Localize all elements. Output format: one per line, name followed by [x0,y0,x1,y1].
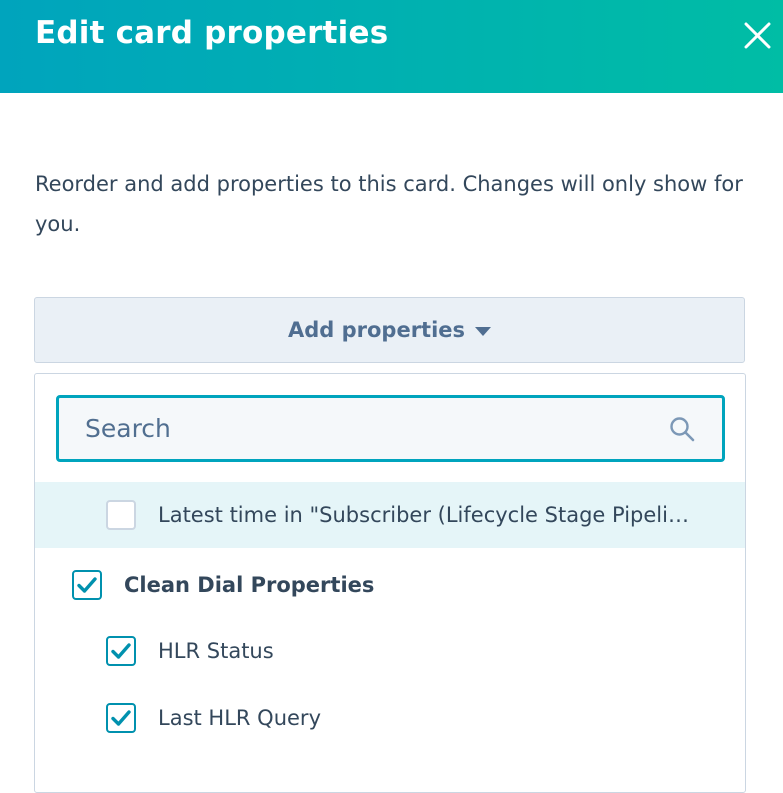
modal-description: Reorder and add properties to this card.… [35,172,743,236]
properties-dropdown: Latest time in "Subscriber (Lifecycle St… [34,373,746,793]
property-option-label: Last HLR Query [158,706,321,730]
modal-header: Edit card properties [0,0,783,93]
checkbox-latest-time-subscriber[interactable] [106,500,136,530]
close-icon[interactable] [736,14,780,58]
checkbox-hlr-status[interactable] [106,636,136,666]
property-option-last-hlr-query[interactable]: Last HLR Query [35,685,745,751]
caret-down-icon [475,326,492,336]
close-button[interactable] [736,14,780,58]
checkmark-icon [77,577,97,593]
checkmark-icon [111,643,131,659]
property-option-label: Latest time in "Subscriber (Lifecycle St… [158,503,689,527]
search-icon[interactable] [668,415,696,443]
search-box[interactable] [56,395,725,462]
checkbox-last-hlr-query[interactable] [106,703,136,733]
checkmark-icon [111,710,131,726]
checkbox-clean-dial-properties[interactable] [72,570,102,600]
property-group-clean-dial[interactable]: Clean Dial Properties [35,552,745,618]
add-properties-button[interactable]: Add properties [34,297,745,363]
add-properties-label: Add properties [287,318,466,342]
property-group-label: Clean Dial Properties [124,573,375,597]
property-option-hlr-status[interactable]: HLR Status [35,618,745,684]
property-option-label: HLR Status [158,639,274,663]
search-input[interactable] [59,397,668,460]
property-option-latest-time-subscriber[interactable]: Latest time in "Subscriber (Lifecycle St… [35,482,745,548]
modal-title: Edit card properties [35,15,389,51]
